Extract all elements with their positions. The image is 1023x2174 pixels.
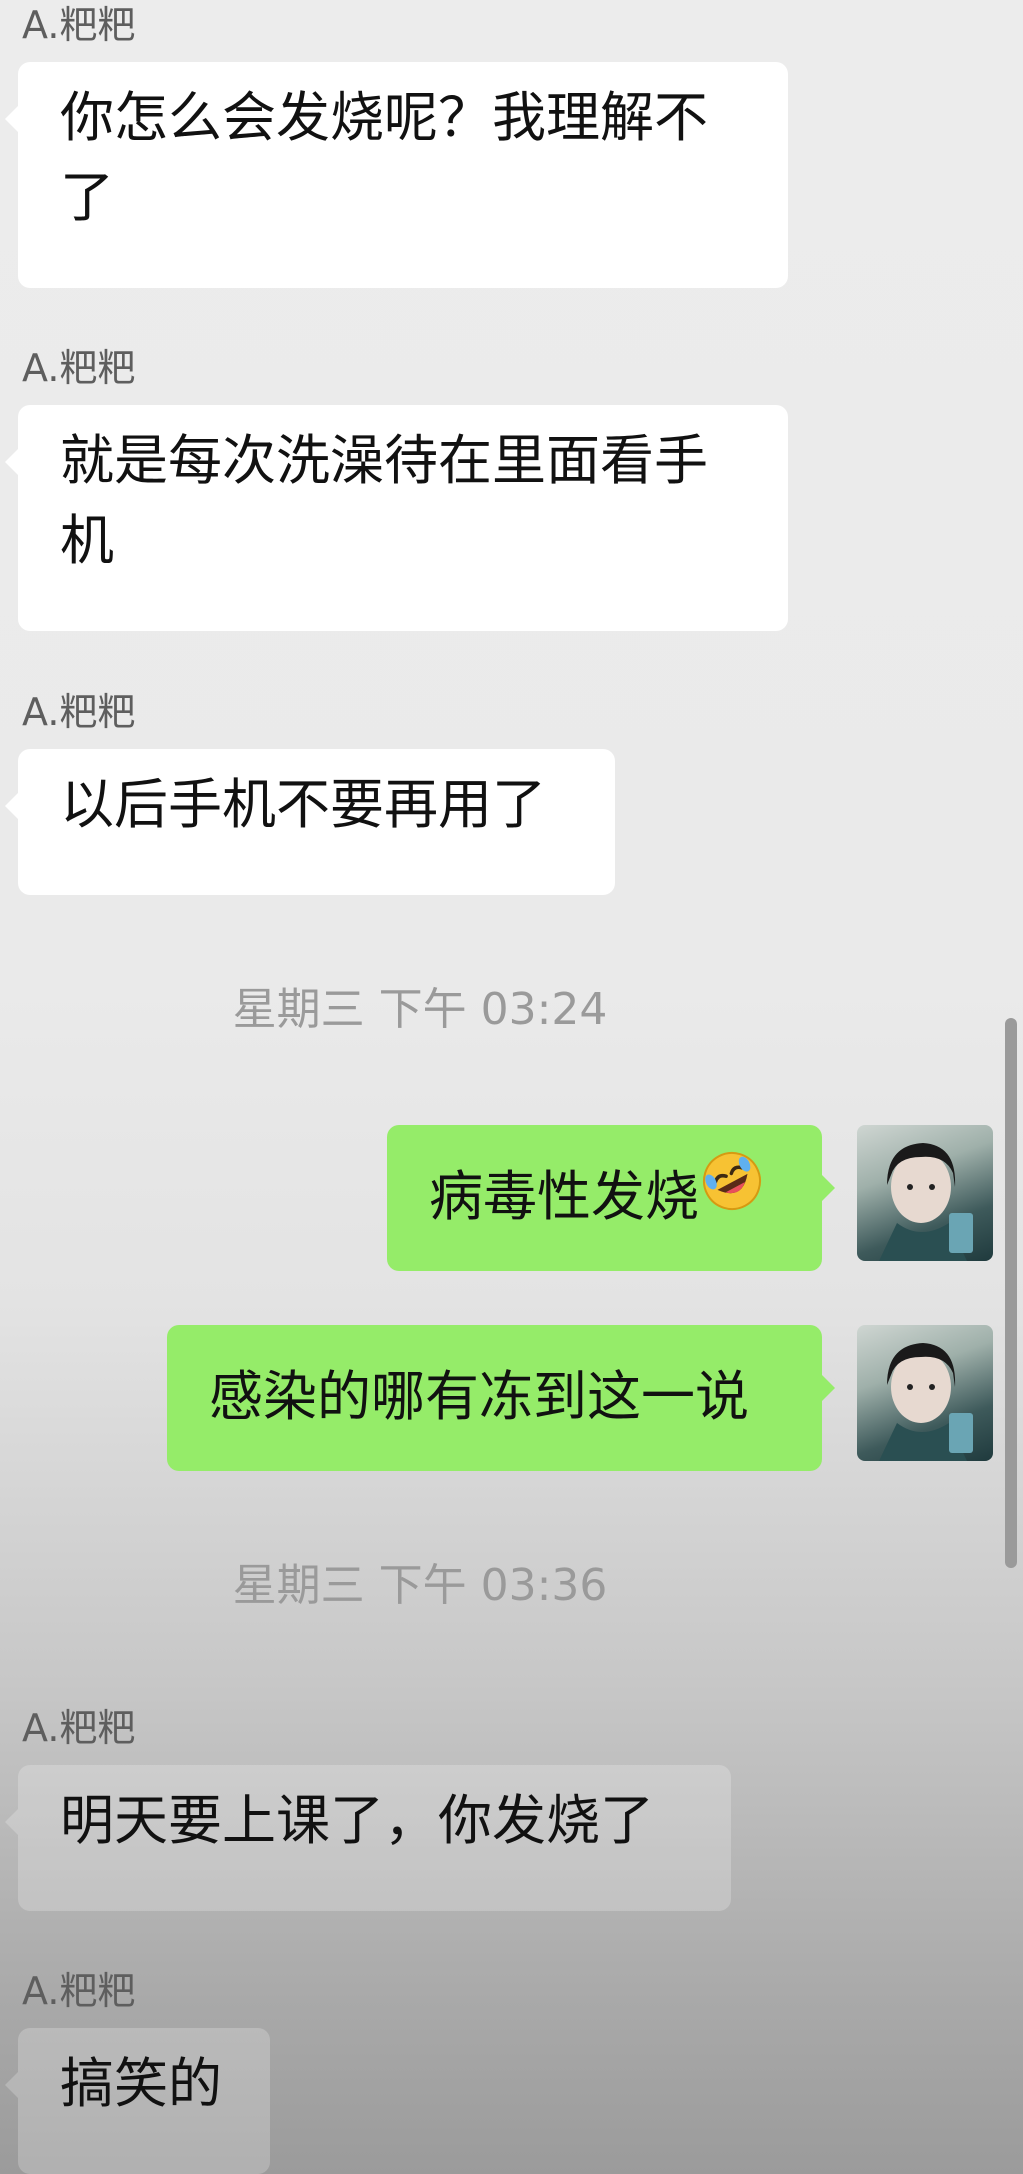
- sender-name: A.粑粑: [22, 690, 136, 734]
- message-timestamp: 星期三 下午 03:36: [232, 1560, 608, 1611]
- message-timestamp: 星期三 下午 03:24: [232, 984, 608, 1035]
- incoming-message-bubble[interactable]: 明天要上课了，你发烧了: [5, 1765, 731, 1911]
- sender-name: A.粑粑: [22, 3, 136, 47]
- incoming-message-bubble[interactable]: 你怎么会发烧呢？我理解不了: [5, 62, 788, 288]
- rolling-on-floor-laughing-emoji: [699, 1148, 765, 1242]
- sender-name: A.粑粑: [22, 346, 136, 390]
- scrollbar-thumb[interactable]: [1005, 1018, 1017, 1568]
- message-text: 你怎么会发烧呢？我理解不了: [60, 86, 708, 229]
- outgoing-message-bubble[interactable]: 感染的哪有冻到这一说: [167, 1325, 835, 1471]
- sender-name: A.粑粑: [22, 1969, 136, 2013]
- user-avatar[interactable]: [857, 1325, 993, 1461]
- user-avatar[interactable]: [857, 1125, 993, 1261]
- outgoing-message-bubble[interactable]: 病毒性发烧: [387, 1125, 835, 1271]
- message-text: 以后手机不要再用了: [60, 773, 546, 836]
- sender-name: A.粑粑: [22, 1706, 136, 1750]
- chat-message-list[interactable]: A.粑粑 你怎么会发烧呢？我理解不了 A.粑粑 就是每次洗澡待在里面看手机 A.…: [0, 0, 1023, 2174]
- message-text: 就是每次洗澡待在里面看手机: [60, 429, 708, 572]
- message-text: 明天要上课了，你发烧了: [60, 1789, 654, 1852]
- message-text: 搞笑的: [60, 2052, 222, 2115]
- incoming-message-bubble[interactable]: 就是每次洗澡待在里面看手机: [5, 405, 788, 631]
- incoming-message-bubble[interactable]: 搞笑的: [5, 2028, 270, 2174]
- message-text: 病毒性发烧: [429, 1165, 699, 1228]
- message-text: 感染的哪有冻到这一说: [209, 1365, 749, 1428]
- incoming-message-bubble[interactable]: 以后手机不要再用了: [5, 749, 615, 895]
